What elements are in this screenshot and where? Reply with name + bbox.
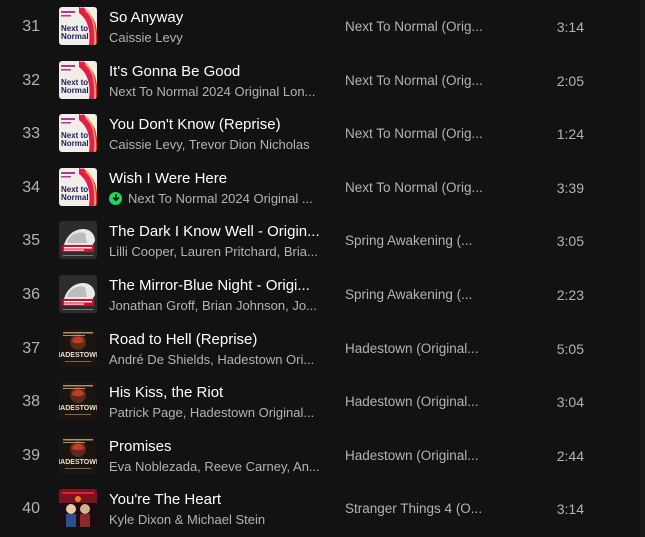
track-album[interactable]: Next To Normal (Orig... <box>345 73 485 88</box>
track-number: 33 <box>22 125 40 143</box>
track-album[interactable]: Hadestown (Original... <box>345 341 485 356</box>
album-art: Next to Normal <box>59 7 97 45</box>
track-duration: 2:05 <box>556 72 584 89</box>
track-duration: 5:05 <box>556 340 584 357</box>
track-row[interactable]: 36 The Mirror-Blue Night - Origi... Jona… <box>0 268 640 322</box>
track-duration: 3:14 <box>556 19 584 35</box>
album-art <box>59 275 97 313</box>
track-title[interactable]: You Don't Know (Reprise) <box>109 116 324 133</box>
track-album[interactable]: Spring Awakening (... <box>345 287 485 302</box>
track-number: 40 <box>22 500 40 518</box>
track-artist[interactable]: Caissie Levy <box>109 30 324 45</box>
track-title[interactable]: Promises <box>109 438 324 455</box>
track-artist-text[interactable]: Caissie Levy <box>109 30 183 45</box>
track-title[interactable]: It's Gonna Be Good <box>109 63 324 80</box>
album-art <box>59 221 97 260</box>
track-duration: 1:24 <box>556 126 584 143</box>
track-duration: 2:23 <box>556 287 584 303</box>
track-row[interactable]: 39 HADESTOWN Promises Eva Noblezada, Ree… <box>0 429 640 483</box>
album-art <box>59 489 97 528</box>
track-album[interactable]: Hadestown (Original... <box>345 394 485 409</box>
track-number: 35 <box>22 232 40 250</box>
track-row[interactable]: 40 You're The Heart Kyle Dixon & Michael… <box>0 482 640 536</box>
track-album[interactable]: Next To Normal (Orig... <box>345 19 485 34</box>
track-number: 34 <box>22 178 40 196</box>
track-title[interactable]: The Dark I Know Well - Origin... <box>109 223 324 240</box>
track-number: 39 <box>22 446 40 464</box>
track-row[interactable]: 37 HADESTOWN Road to Hell (Reprise) Andr… <box>0 322 640 376</box>
track-number: 32 <box>22 71 40 89</box>
track-artist[interactable]: Jonathan Groff, Brian Johnson, Jo... <box>109 298 324 313</box>
album-art-label-line2: Normal <box>61 32 89 41</box>
track-artist-text[interactable]: Eva Noblezada, Reeve Carney, An... <box>109 459 320 474</box>
track-artist-text[interactable]: Lilli Cooper, Lauren Pritchard, Bria... <box>109 244 318 259</box>
album-art-label-line2: Normal <box>61 86 89 95</box>
track-artist-text[interactable]: Next To Normal 2024 Original ... <box>128 191 313 206</box>
track-duration: 3:04 <box>556 394 584 411</box>
album-art: HADESTOWN <box>59 328 97 367</box>
album-art-label: HADESTOWN <box>59 459 97 466</box>
track-title[interactable]: You're The Heart <box>109 491 324 508</box>
track-row[interactable]: 31 Next to Normal So Anyway Caissie Levy… <box>0 0 640 54</box>
album-art: HADESTOWN <box>59 382 97 421</box>
track-artist[interactable]: Next To Normal 2024 Original Lon... <box>109 84 324 99</box>
downloaded-icon <box>109 191 122 205</box>
track-row[interactable]: 35 The Dark I Know Well - Origin... Lill… <box>0 214 640 268</box>
track-duration: 2:44 <box>556 447 584 464</box>
album-art-label: HADESTOWN <box>59 405 97 412</box>
album-art: HADESTOWN <box>59 435 97 474</box>
album-art-label-line2: Normal <box>61 139 89 148</box>
track-number: 37 <box>22 339 40 357</box>
track-title[interactable]: The Mirror-Blue Night - Origi... <box>109 277 324 294</box>
track-title[interactable]: Road to Hell (Reprise) <box>109 331 324 348</box>
track-album[interactable]: Next To Normal (Orig... <box>345 126 485 141</box>
album-art: Next to Normal <box>59 167 97 206</box>
track-duration: 3:05 <box>556 233 584 250</box>
track-artist[interactable]: Next To Normal 2024 Original ... <box>109 191 324 206</box>
track-artist-text[interactable]: Patrick Page, Hadestown Original... <box>109 405 314 420</box>
track-row[interactable]: 34 Next to Normal Wish I Were Here Next … <box>0 161 640 215</box>
track-album[interactable]: Next To Normal (Orig... <box>345 180 485 195</box>
track-duration: 3:39 <box>556 179 584 196</box>
track-artist-text[interactable]: Caissie Levy, Trevor Dion Nicholas <box>109 137 310 152</box>
track-album[interactable]: Hadestown (Original... <box>345 448 485 463</box>
track-artist[interactable]: Eva Noblezada, Reeve Carney, An... <box>109 459 324 474</box>
track-artist-text[interactable]: Jonathan Groff, Brian Johnson, Jo... <box>109 298 317 313</box>
album-art: Next to Normal <box>59 60 97 99</box>
tracklist: 31 Next to Normal So Anyway Caissie Levy… <box>0 0 645 537</box>
album-art-label-line2: Normal <box>61 193 89 202</box>
track-artist[interactable]: Patrick Page, Hadestown Original... <box>109 405 324 420</box>
track-artist-text[interactable]: Kyle Dixon & Michael Stein <box>109 512 265 527</box>
track-artist[interactable]: André De Shields, Hadestown Ori... <box>109 352 324 367</box>
track-title[interactable]: His Kiss, the Riot <box>109 384 324 401</box>
track-number: 36 <box>22 286 40 303</box>
album-art-label: HADESTOWN <box>59 352 97 359</box>
track-album[interactable]: Stranger Things 4 (O... <box>345 501 485 516</box>
album-art: Next to Normal <box>59 114 97 153</box>
track-number: 31 <box>22 18 40 35</box>
track-row[interactable]: 32 Next to Normal It's Gonna Be Good Nex… <box>0 54 640 108</box>
track-title[interactable]: So Anyway <box>109 9 324 26</box>
track-artist[interactable]: Lilli Cooper, Lauren Pritchard, Bria... <box>109 244 324 259</box>
track-artist-text[interactable]: Next To Normal 2024 Original Lon... <box>109 84 315 99</box>
track-artist[interactable]: Kyle Dixon & Michael Stein <box>109 512 324 527</box>
track-artist-text[interactable]: André De Shields, Hadestown Ori... <box>109 352 314 367</box>
track-row[interactable]: 33 Next to Normal You Don't Know (Repris… <box>0 107 640 161</box>
track-duration: 3:14 <box>556 501 584 518</box>
track-row[interactable]: 38 HADESTOWN His Kiss, the Riot Patrick … <box>0 375 640 429</box>
track-album[interactable]: Spring Awakening (... <box>345 233 485 248</box>
track-number: 38 <box>22 393 40 411</box>
track-artist[interactable]: Caissie Levy, Trevor Dion Nicholas <box>109 137 324 152</box>
track-title[interactable]: Wish I Were Here <box>109 170 324 187</box>
scrollbar[interactable] <box>640 0 645 537</box>
